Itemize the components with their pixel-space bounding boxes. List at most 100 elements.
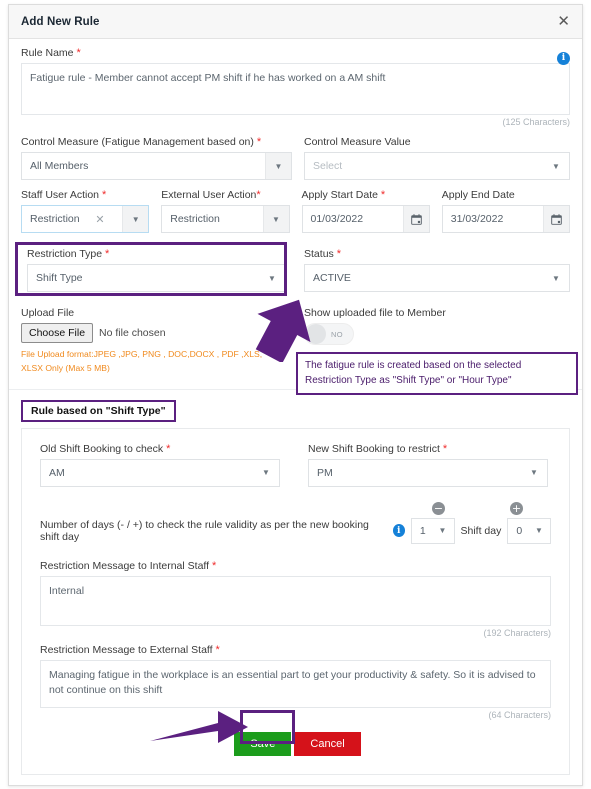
staff-user-action-label: Staff User Action * — [21, 189, 107, 201]
days-value-select[interactable]: 1 ▼ — [410, 517, 455, 544]
toggle-state-text: NO — [330, 329, 344, 339]
rule-name-value: Fatigue rule - Member cannot accept PM s… — [30, 72, 386, 84]
internal-message-value: Internal — [49, 584, 85, 597]
calendar-icon[interactable] — [543, 206, 569, 232]
internal-message-input[interactable]: Internal — [40, 575, 551, 626]
chevron-down-icon: ▼ — [552, 161, 560, 171]
internal-message-field: Restriction Message to Internal Staff * … — [40, 560, 551, 638]
dialog-body: i Rule Name * Fatigue rule - Member cann… — [9, 39, 582, 785]
staff-user-action-field: Staff User Action * Restriction ✕ ▼ — [21, 189, 150, 233]
control-measure-select[interactable]: All Members ▼ — [21, 152, 292, 180]
restriction-type-value: Shift Type — [36, 272, 83, 284]
staff-user-action-value: Restriction — [30, 213, 80, 225]
plus-circle-icon[interactable]: + — [510, 501, 523, 515]
upload-format-note: File Upload format:JPEG ,JPG, PNG , DOC,… — [21, 349, 263, 373]
external-message-counter: (64 Characters) — [488, 709, 551, 720]
old-shift-booking-label: Old Shift Booking to check * — [40, 442, 171, 455]
chevron-down-icon: ▼ — [262, 468, 270, 477]
new-shift-booking-label: New Shift Booking to restrict * — [308, 442, 448, 455]
external-user-action-label: External User Action* — [161, 189, 261, 201]
cancel-button[interactable]: Cancel — [294, 731, 361, 756]
status-value: ACTIVE — [313, 272, 351, 284]
stepper-icons-row: − + — [40, 501, 551, 515]
choose-file-button[interactable]: Choose File — [21, 323, 94, 343]
toggle-knob — [305, 324, 326, 344]
old-shift-booking-select[interactable]: AM ▼ — [40, 458, 280, 487]
dialog-footer: Save Cancel — [40, 731, 551, 756]
apply-start-date-field: Apply Start Date * 01/03/2022 — [301, 189, 430, 233]
chevron-down-icon: ▼ — [122, 206, 149, 232]
shift-day-select[interactable]: 0 ▼ — [507, 517, 552, 544]
apply-end-date-input[interactable]: 31/03/2022 — [441, 205, 570, 233]
show-uploaded-label: Show uploaded file to Member — [303, 307, 446, 319]
external-message-label: Restriction Message to External Staff * — [40, 643, 220, 656]
section-heading: Rule based on "Shift Type" — [21, 399, 176, 422]
chevron-down-icon: ▼ — [262, 206, 289, 232]
restriction-type-label: Restriction Type * — [27, 248, 110, 260]
restriction-type-select[interactable]: Shift Type ▼ — [27, 264, 287, 292]
control-measure-value-field: Control Measure Value Select ▼ — [303, 136, 570, 180]
section-heading-wrap: Rule based on "Shift Type" — [21, 399, 570, 422]
restriction-status-row: Restriction Type * Shift Type ▼ Status *… — [21, 244, 570, 307]
control-measure-value-placeholder: Select — [312, 160, 343, 172]
internal-message-label: Restriction Message to Internal Staff * — [40, 559, 217, 572]
control-measure-value: All Members — [30, 160, 89, 172]
internal-message-counter: (192 Characters) — [483, 627, 551, 638]
apply-start-date-input[interactable]: 01/03/2022 — [301, 205, 430, 233]
shift-booking-row: Old Shift Booking to check * AM ▼ New Sh… — [40, 443, 551, 496]
status-field: Status * ACTIVE ▼ — [304, 244, 570, 298]
shift-day-label: Shift day — [460, 524, 502, 537]
control-measure-field: Control Measure (Fatigue Management base… — [21, 136, 292, 180]
external-user-action-select[interactable]: Restriction ▼ — [161, 205, 290, 233]
staff-user-action-select[interactable]: Restriction ✕ ▼ — [21, 205, 150, 233]
external-user-action-field: External User Action* Restriction ▼ — [161, 189, 290, 233]
shift-day-value: 0 — [516, 524, 523, 537]
chevron-down-icon: ▼ — [438, 526, 447, 535]
apply-end-date-value: 31/03/2022 — [450, 213, 504, 225]
external-message-field: Restriction Message to External Staff * … — [40, 644, 551, 720]
shift-type-panel: Old Shift Booking to check * AM ▼ New Sh… — [21, 427, 570, 775]
file-picker[interactable]: Choose File No file chosen — [21, 323, 292, 343]
rule-name-counter: (125 Characters) — [502, 117, 570, 127]
no-file-chosen-text: No file chosen — [99, 327, 166, 339]
close-icon[interactable]: ✕ — [557, 14, 570, 29]
control-measure-label: Control Measure (Fatigue Management base… — [21, 136, 262, 148]
chevron-down-icon: ▼ — [268, 273, 276, 283]
control-measure-value-label: Control Measure Value — [303, 136, 411, 148]
rule-name-field: Rule Name * Fatigue rule - Member cannot… — [21, 47, 570, 127]
upload-file-field: Upload File Choose File No file chosen F… — [21, 307, 292, 376]
external-message-value: Managing fatigue in the workplace is an … — [49, 668, 536, 697]
upload-file-label: Upload File — [21, 307, 75, 319]
show-uploaded-toggle[interactable]: NO — [303, 323, 354, 345]
apply-start-date-value: 01/03/2022 — [310, 213, 364, 225]
control-measure-row: Control Measure (Fatigue Management base… — [21, 136, 570, 189]
restriction-type-field: Restriction Type * Shift Type ▼ — [21, 244, 292, 298]
actions-dates-row: Staff User Action * Restriction ✕ ▼ Exte… — [21, 189, 570, 242]
chevron-down-icon: ▼ — [264, 153, 291, 179]
apply-end-date-label: Apply End Date — [441, 189, 515, 201]
control-measure-value-select[interactable]: Select ▼ — [303, 152, 570, 180]
rule-name-label: Rule Name * — [21, 47, 81, 59]
old-shift-booking-field: Old Shift Booking to check * AM ▼ — [40, 443, 280, 487]
calendar-icon[interactable] — [402, 206, 429, 232]
chevron-down-icon: ▼ — [530, 468, 538, 477]
rule-name-input[interactable]: Fatigue rule - Member cannot accept PM s… — [21, 63, 570, 115]
new-shift-booking-select[interactable]: PM ▼ — [308, 458, 548, 487]
new-shift-booking-value: PM — [317, 466, 333, 479]
chevron-down-icon: ▼ — [552, 273, 560, 283]
screenshot-root: Add New Rule ✕ i Rule Name * Fatigue rul… — [0, 0, 591, 789]
clear-icon[interactable]: ✕ — [95, 213, 104, 226]
days-value: 1 — [419, 524, 426, 537]
external-message-input[interactable]: Managing fatigue in the workplace is an … — [40, 659, 551, 708]
info-icon[interactable]: i — [392, 524, 405, 537]
status-label: Status * — [304, 248, 341, 260]
save-button[interactable]: Save — [234, 731, 292, 756]
status-select[interactable]: ACTIVE ▼ — [304, 264, 570, 292]
minus-circle-icon[interactable]: − — [432, 501, 445, 515]
header-info-icon[interactable]: i — [557, 47, 570, 65]
new-shift-booking-field: New Shift Booking to restrict * PM ▼ — [308, 443, 548, 487]
apply-start-date-label: Apply Start Date * — [301, 189, 386, 201]
days-rule-label: Number of days (- / +) to check the rule… — [40, 518, 369, 543]
days-rule-row: Number of days (- / +) to check the rule… — [40, 517, 552, 544]
apply-end-date-field: Apply End Date 31/03/2022 — [441, 189, 570, 233]
